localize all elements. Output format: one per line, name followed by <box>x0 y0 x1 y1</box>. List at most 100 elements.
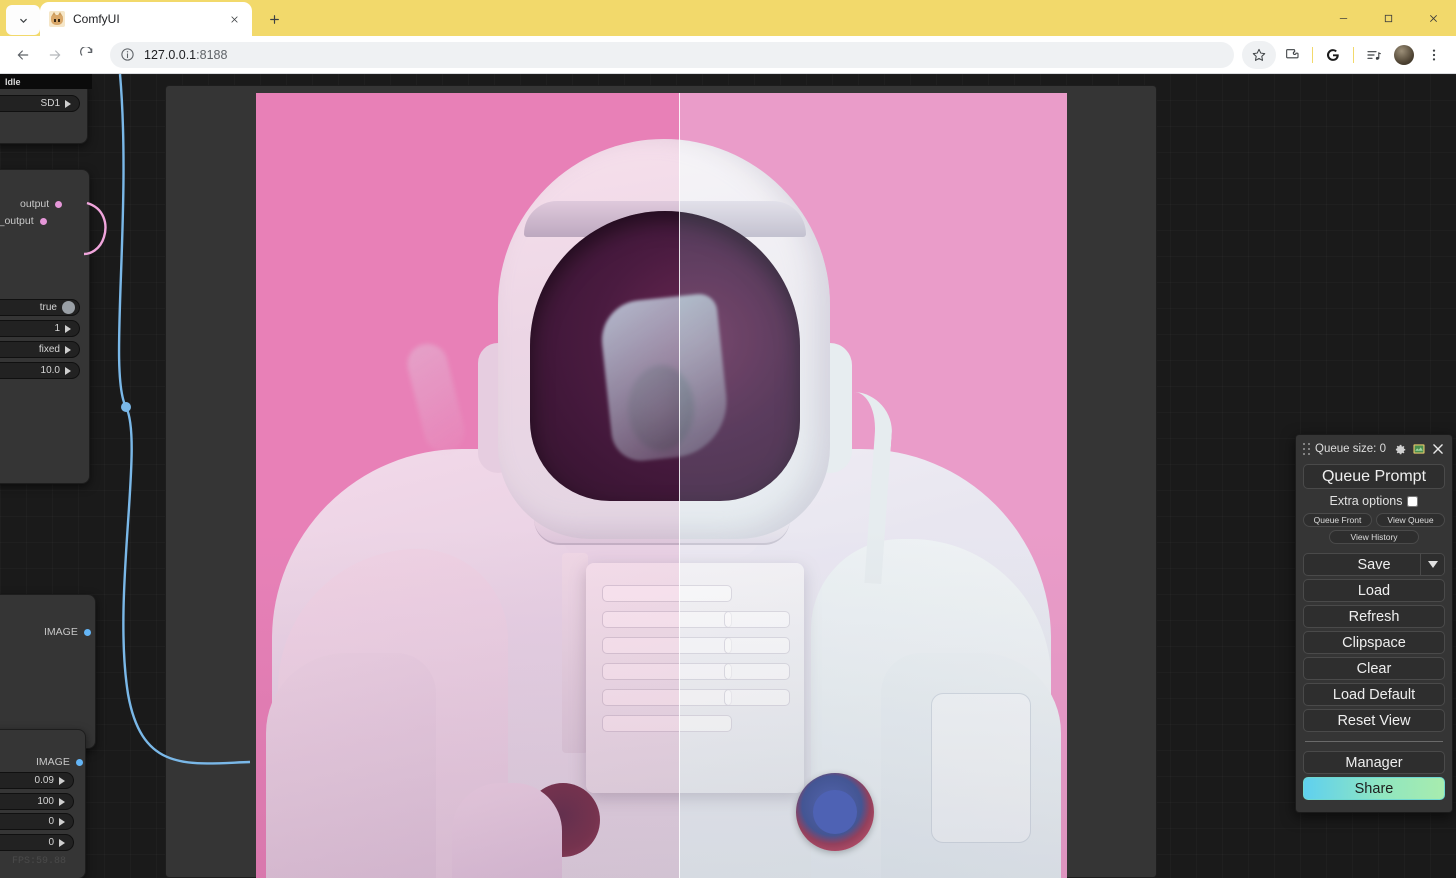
widget-value-y[interactable]: 0 <box>0 834 74 851</box>
info-icon <box>121 48 134 61</box>
node-image-preview[interactable] <box>165 85 1157 878</box>
comfyui-favicon <box>49 11 65 27</box>
window-controls <box>1321 0 1456 36</box>
bookmark-star-icon[interactable] <box>1242 40 1276 69</box>
toolbar-separator <box>1312 46 1313 63</box>
toolbar-separator-2 <box>1353 46 1354 63</box>
fps-counter: FPS:59.88 <box>12 856 67 867</box>
port-dot[interactable] <box>75 758 83 766</box>
queue-front-button[interactable]: Queue Front <box>1303 513 1372 527</box>
maximize-icon <box>1384 14 1393 22</box>
save-dropdown-button[interactable] <box>1420 554 1444 575</box>
chart-icon[interactable] <box>1412 442 1426 456</box>
widget-value-x[interactable]: 0 <box>0 813 74 830</box>
widget-value: 10.0 <box>40 365 60 376</box>
playlist-icon[interactable] <box>1360 41 1388 69</box>
view-queue-button[interactable]: View Queue <box>1376 513 1445 527</box>
status-text: Idle <box>5 76 21 87</box>
port-dot[interactable] <box>55 200 63 208</box>
gear-icon[interactable] <box>1393 442 1407 456</box>
back-button[interactable] <box>8 40 38 70</box>
menu-divider <box>1305 741 1443 742</box>
more-menu-icon[interactable] <box>1420 41 1448 69</box>
address-bar[interactable]: 127.0.0.1:8188 <box>110 41 1234 68</box>
node-output-output[interactable]: output <box>20 198 63 210</box>
node-image-a[interactable] <box>0 594 96 749</box>
minimize-button[interactable] <box>1321 0 1366 36</box>
reset-view-button[interactable]: Reset View <box>1303 709 1445 732</box>
maximize-button[interactable] <box>1366 0 1411 36</box>
widget-add-noise[interactable]: true <box>0 299 80 316</box>
extra-options-row: Extra options <box>1303 492 1445 510</box>
widget-ckpt-name[interactable]: SD1 <box>0 95 80 112</box>
chevron-right-icon <box>65 99 71 108</box>
chevron-right-icon <box>59 838 65 847</box>
extensions-icon[interactable] <box>1278 41 1306 69</box>
tab-comfyui[interactable]: ComfyUI <box>40 2 252 36</box>
node-checkpoint[interactable] <box>0 82 88 144</box>
node-output-image-a[interactable]: IMAGE <box>44 626 91 638</box>
tab-search-button[interactable] <box>6 5 40 35</box>
widget-value: 0 <box>48 816 54 827</box>
clipspace-button[interactable]: Clipspace <box>1303 631 1445 654</box>
widget-control[interactable]: fixed <box>0 341 80 358</box>
widget-value: true <box>39 302 57 313</box>
comfyui-canvas[interactable]: Idle SD1 output denoised_output true <box>0 74 1456 878</box>
clear-button[interactable]: Clear <box>1303 657 1445 680</box>
widget-value: 100 <box>37 796 54 807</box>
widget-value: 0 <box>48 837 54 848</box>
chevron-right-icon <box>65 345 71 354</box>
close-window-button[interactable] <box>1411 0 1456 36</box>
drag-handle-icon[interactable] <box>1303 443 1310 455</box>
google-icon[interactable] <box>1319 41 1347 69</box>
close-icon <box>1429 14 1438 22</box>
browser-window: ComfyUI 127.0.0.1:8188 Idle SD1 output o… <box>0 0 1456 878</box>
manager-button[interactable]: Manager <box>1303 751 1445 774</box>
chevron-right-icon <box>59 817 65 826</box>
widget-steps[interactable]: 1 <box>0 320 80 337</box>
port-label: IMAGE <box>44 626 78 638</box>
widget-denoise[interactable]: 0.09 <box>0 772 74 789</box>
reload-button[interactable] <box>72 40 102 70</box>
chevron-right-icon <box>59 776 65 785</box>
comfy-menu-panel[interactable]: Queue size: 0 Queue Prompt Extra options… <box>1295 434 1453 813</box>
load-default-button[interactable]: Load Default <box>1303 683 1445 706</box>
widget-value-100[interactable]: 100 <box>0 793 74 810</box>
avatar[interactable] <box>1390 41 1418 69</box>
port-dot[interactable] <box>83 628 91 636</box>
view-history-button[interactable]: View History <box>1329 530 1419 544</box>
forward-button[interactable] <box>40 40 70 70</box>
save-group: Save <box>1303 553 1445 576</box>
queue-size-label: Queue size: 0 <box>1315 443 1386 455</box>
new-tab-button[interactable] <box>260 5 288 33</box>
queue-prompt-button[interactable]: Queue Prompt <box>1303 464 1445 489</box>
widget-cfg[interactable]: 10.0 <box>0 362 80 379</box>
image-half-right <box>679 93 1067 878</box>
chevron-right-icon <box>65 366 71 375</box>
chevron-down-icon <box>19 18 27 23</box>
url-text: 127.0.0.1:8188 <box>144 48 227 62</box>
reload-icon <box>80 46 93 56</box>
minimize-icon <box>1339 17 1348 19</box>
extra-options-label: Extra options <box>1329 494 1403 508</box>
chevron-right-icon <box>59 797 65 806</box>
close-icon[interactable] <box>1431 442 1445 456</box>
node-output-denoised[interactable]: denoised_output <box>0 215 47 227</box>
close-icon <box>230 15 238 23</box>
chevron-down-icon <box>1427 561 1438 568</box>
widget-value: 1 <box>54 323 60 334</box>
load-button[interactable]: Load <box>1303 579 1445 602</box>
node-output-image-b[interactable]: IMAGE <box>36 756 83 768</box>
comparison-slider-divider[interactable] <box>679 93 680 878</box>
share-button[interactable]: Share <box>1303 777 1445 800</box>
extra-options-checkbox[interactable] <box>1407 495 1419 507</box>
port-label: output <box>20 198 50 210</box>
toggle-knob[interactable] <box>62 301 75 314</box>
image-comparer[interactable] <box>256 93 1067 878</box>
chevron-right-icon <box>65 324 71 333</box>
menu-header: Queue size: 0 <box>1303 440 1445 458</box>
tab-close-button[interactable] <box>225 10 243 28</box>
port-dot[interactable] <box>39 217 47 225</box>
history-row: View History <box>1303 530 1445 544</box>
refresh-button[interactable]: Refresh <box>1303 605 1445 628</box>
